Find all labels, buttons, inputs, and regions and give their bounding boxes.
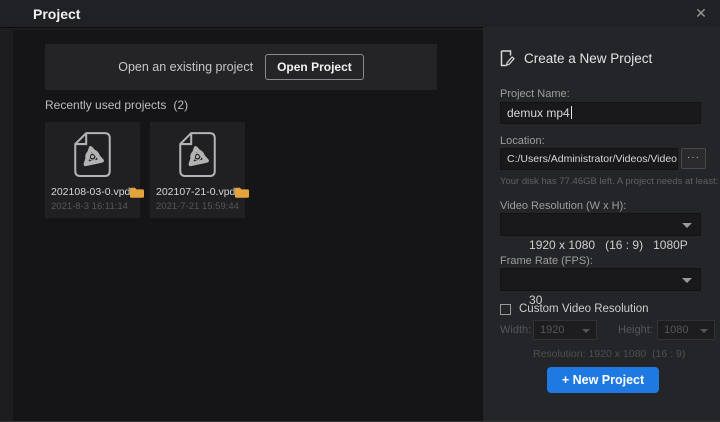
project-card[interactable]: 202107-21-0.vpd 2021-7-21 15:59:44 [150, 122, 245, 218]
project-dialog: Project ✕ Open an existing project Open … [0, 0, 720, 422]
project-name-label: Project Name: [500, 88, 570, 100]
open-project-button[interactable]: Open Project [265, 54, 364, 80]
project-name-input[interactable]: demux mp4 [500, 102, 701, 124]
custom-resolution-label: Custom Video Resolution [519, 303, 649, 315]
frame-rate-dropdown[interactable]: 30 [500, 268, 701, 291]
dialog-title: Project [33, 6, 80, 22]
height-dropdown[interactable]: 1080 [657, 320, 715, 340]
chevron-down-icon [700, 329, 708, 333]
chevron-down-icon [682, 278, 692, 283]
left-panel: Open an existing project Open Project Re… [13, 30, 483, 422]
chevron-down-icon [582, 329, 590, 333]
folder-icon[interactable] [235, 187, 249, 198]
custom-resolution-checkbox[interactable] [500, 304, 511, 315]
panel-header: Create a New Project [500, 50, 652, 67]
recent-projects-label: Recently used projects [45, 98, 166, 112]
location-label: Location: [500, 135, 545, 147]
project-file-icon [171, 125, 224, 185]
text-caret [571, 106, 572, 119]
custom-resolution-row: Custom Video Resolution [500, 303, 649, 315]
video-resolution-dropdown[interactable]: 1920 x 1080 (16 : 9) 1080P [500, 213, 701, 236]
disk-space-note: Your disk has 77.46GB left. A project ne… [500, 176, 720, 187]
panel-title: Create a New Project [524, 51, 652, 66]
chevron-down-icon [682, 223, 692, 228]
close-icon[interactable]: ✕ [692, 4, 710, 22]
height-label: Height: [618, 324, 653, 336]
frame-rate-label: Frame Rate (FPS): [500, 255, 593, 267]
project-file-date: 2021-7-21 15:59:44 [156, 201, 239, 212]
width-label: Width: [500, 324, 531, 336]
new-document-icon [500, 50, 515, 67]
browse-button[interactable]: ··· [681, 148, 706, 169]
create-project-panel: Create a New Project Project Name: demux… [483, 27, 720, 422]
project-file-name: 202108-03-0.vpd [51, 186, 130, 198]
project-file-name: 202107-21-0.vpd [156, 186, 235, 198]
folder-icon[interactable] [130, 187, 144, 198]
resolution-summary: Resolution: 1920 x 1080 (16 : 9) [533, 348, 685, 360]
video-resolution-label: Video Resolution (W x H): [500, 200, 626, 212]
open-existing-label: Open an existing project [118, 60, 253, 74]
open-existing-strip: Open an existing project Open Project [45, 44, 437, 90]
recent-projects-heading: Recently used projects (2) [45, 98, 188, 112]
width-dropdown[interactable]: 1920 [533, 320, 597, 340]
recent-projects-count: (2) [173, 98, 188, 112]
project-file-icon [66, 125, 119, 185]
project-card[interactable]: 202108-03-0.vpd 2021-8-3 16:11:14 [45, 122, 140, 218]
title-bar: Project ✕ [0, 0, 720, 27]
new-project-button[interactable]: + New Project [547, 367, 659, 393]
project-file-date: 2021-8-3 16:11:14 [51, 201, 128, 212]
location-input[interactable]: C:/Users/Administrator/Videos/VideoProc … [500, 148, 678, 170]
